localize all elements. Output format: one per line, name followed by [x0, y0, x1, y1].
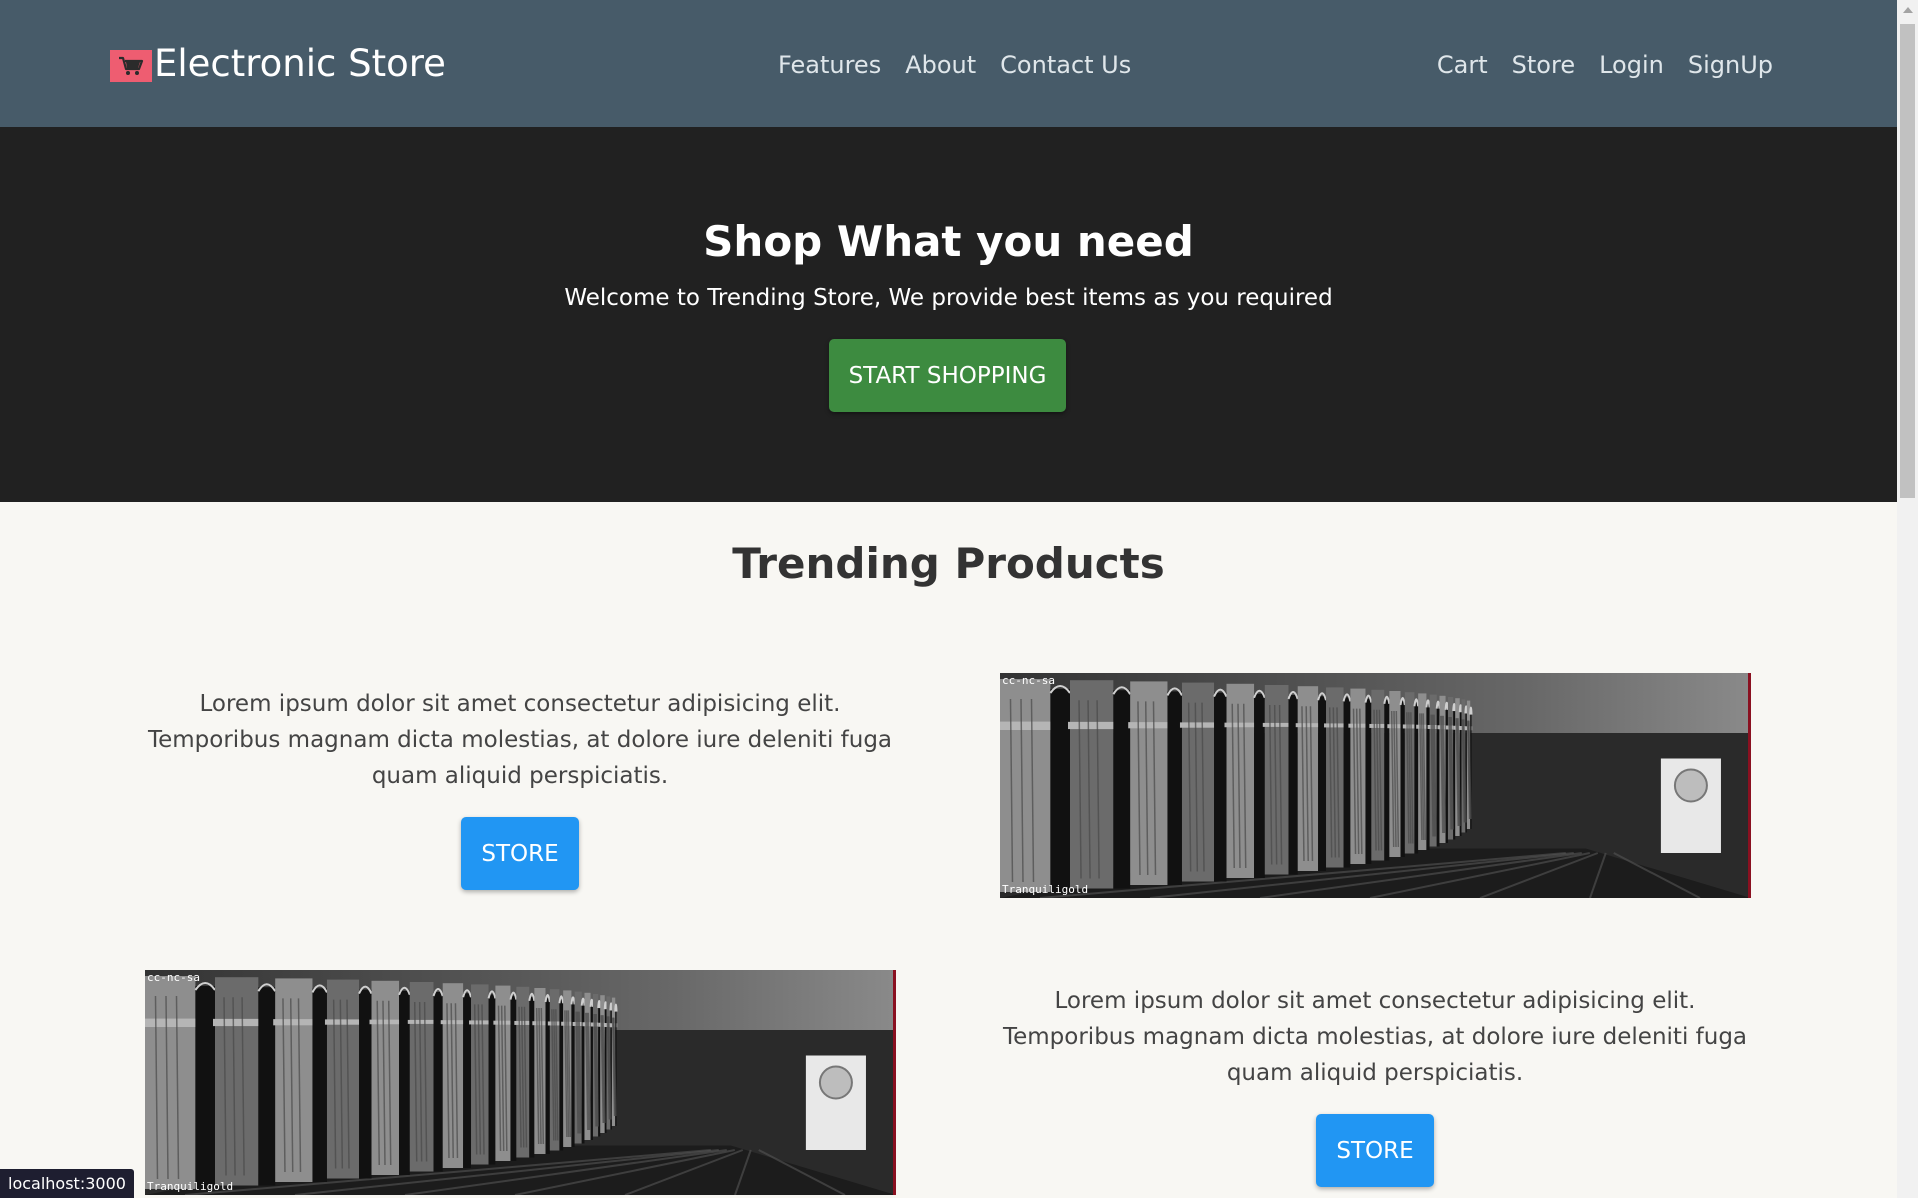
nav-link-store[interactable]: Store [1512, 48, 1575, 82]
nav-link-login[interactable]: Login [1599, 48, 1664, 82]
product-description: Lorem ipsum dolor sit amet consectetur a… [1002, 988, 1748, 1086]
navbar: Electronic Store Features About Contact … [0, 0, 1897, 127]
product-image: cc-nc-sa Tranquiligold [1000, 673, 1751, 898]
hero-title: Shop What you need [703, 217, 1194, 266]
image-license-label: cc-nc-sa [147, 971, 200, 984]
nav-center: Features About Contact Us [778, 48, 1131, 82]
vertical-scrollbar[interactable] [1897, 0, 1918, 1198]
image-license-label: cc-nc-sa [1002, 674, 1055, 687]
nav-link-cart[interactable]: Cart [1437, 48, 1488, 82]
scrollbar-thumb[interactable] [1900, 24, 1915, 498]
arcade-photo [1000, 673, 1748, 898]
page: Electronic Store Features About Contact … [0, 0, 1918, 1198]
product-description: Lorem ipsum dolor sit amet consectetur a… [147, 691, 893, 789]
nav-right: Cart Store Login SignUp [1437, 48, 1773, 82]
start-shopping-button[interactable]: START SHOPPING [829, 339, 1066, 412]
image-credit-label: Tranquiligold [1002, 883, 1089, 896]
status-bar-url: localhost:3000 [0, 1169, 134, 1198]
store-button[interactable]: STORE [461, 817, 579, 890]
nav-link-signup[interactable]: SignUp [1688, 48, 1773, 82]
nav-link-features[interactable]: Features [778, 48, 881, 82]
hero-subtitle: Welcome to Trending Store, We provide be… [564, 285, 1333, 311]
image-credit-label: Tranquiligold [147, 1180, 234, 1193]
shopping-cart-icon [110, 50, 152, 82]
trending-title: Trending Products [732, 539, 1165, 588]
brand-name: Electronic Store [154, 42, 446, 85]
arcade-photo [145, 970, 893, 1195]
store-button[interactable]: STORE [1316, 1114, 1434, 1187]
nav-link-contact-us[interactable]: Contact Us [1000, 48, 1131, 82]
nav-link-about[interactable]: About [905, 48, 976, 82]
scroll-up-arrow-icon[interactable] [1903, 7, 1913, 13]
hero-section: Shop What you need Welcome to Trending S… [0, 127, 1897, 502]
brand-link[interactable]: Electronic Store [110, 42, 446, 86]
product-image: cc-nc-sa Tranquiligold [145, 970, 896, 1195]
